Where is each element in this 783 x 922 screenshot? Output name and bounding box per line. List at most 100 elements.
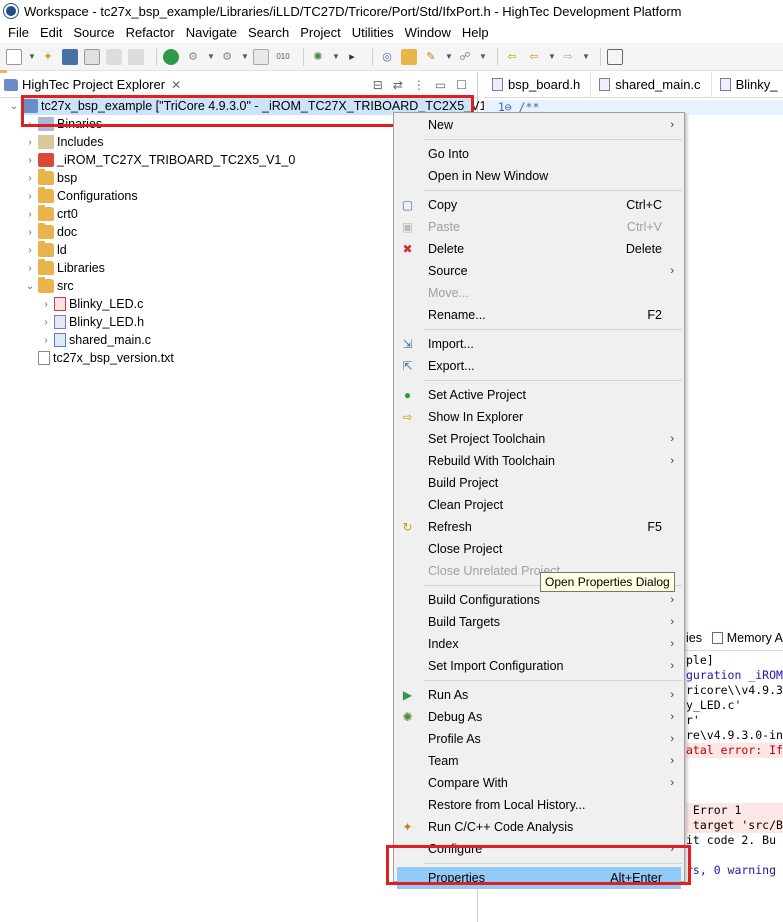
chevron-down-icon[interactable]: ▼ — [445, 49, 453, 65]
tree-item[interactable]: tc27x_bsp_version.txt — [24, 349, 174, 367]
chevron-right-icon[interactable]: › — [24, 209, 36, 220]
menu-item-copy[interactable]: ▢ Copy Ctrl+C — [394, 194, 684, 216]
source-icon[interactable] — [84, 48, 100, 65]
chevron-down-icon[interactable]: ▼ — [207, 49, 215, 65]
chevron-right-icon[interactable]: › — [24, 245, 36, 256]
menu-source[interactable]: Source — [69, 25, 121, 40]
menu-item-new[interactable]: New › — [394, 114, 684, 136]
chevron-down-icon[interactable]: ▼ — [332, 49, 340, 65]
chevron-right-icon[interactable]: › — [24, 191, 36, 202]
wand-icon[interactable]: ✦ — [40, 49, 56, 65]
menu-item-team[interactable]: Team › — [394, 750, 684, 772]
forward-icon[interactable]: ⇨ — [560, 49, 576, 65]
terminal-icon[interactable] — [253, 48, 269, 65]
menu-item-delete[interactable]: ✖ Delete Delete — [394, 238, 684, 260]
console-tab-memory[interactable]: Memory A — [727, 631, 783, 645]
menu-item-import[interactable]: ⇲ Import... — [394, 333, 684, 355]
tree-item[interactable]: › Libraries — [24, 259, 105, 277]
menu-item-open-in-new-window[interactable]: Open in New Window — [394, 165, 684, 187]
tree-item[interactable]: › Blinky_LED.h — [40, 313, 144, 331]
menu-item-compare-with[interactable]: Compare With › — [394, 772, 684, 794]
menu-item-run-as[interactable]: ▶ Run As › — [394, 684, 684, 706]
menu-item-set-import-configuration[interactable]: Set Import Configuration › — [394, 655, 684, 677]
mark-icon[interactable]: ☍ — [457, 49, 473, 65]
open-folder-icon[interactable] — [401, 48, 417, 65]
save-icon[interactable] — [62, 48, 78, 65]
menu-window[interactable]: Window — [401, 25, 458, 40]
minimize-icon[interactable]: ▭ — [435, 78, 446, 92]
close-icon[interactable]: ✕ — [171, 78, 181, 92]
menu-file[interactable]: File — [4, 25, 36, 40]
menu-item-set-project-toolchain[interactable]: Set Project Toolchain › — [394, 428, 684, 450]
menu-item-rename[interactable]: Rename... F2 — [394, 304, 684, 326]
menu-help[interactable]: Help — [458, 25, 496, 40]
menu-item-rebuild-with-toolchain[interactable]: Rebuild With Toolchain › — [394, 450, 684, 472]
tree-item[interactable]: › ld — [24, 241, 67, 259]
chevron-right-icon[interactable]: › — [24, 263, 36, 274]
tree-item[interactable]: ⌄ src — [24, 277, 74, 295]
collapse-all-icon[interactable]: ⊟ — [373, 78, 383, 92]
menu-item-set-active-project[interactable]: ● Set Active Project — [394, 384, 684, 406]
menu-item-build-configurations[interactable]: Build Configurations › — [394, 589, 684, 611]
chevron-down-icon[interactable]: ▼ — [548, 49, 556, 65]
maximize-icon[interactable]: ☐ — [456, 78, 467, 92]
tree-item[interactable]: › crt0 — [24, 205, 78, 223]
run-icon[interactable] — [163, 48, 179, 65]
menu-item-go-into[interactable]: Go Into — [394, 143, 684, 165]
chevron-right-icon[interactable]: › — [24, 155, 36, 166]
tree-item[interactable]: › shared_main.c — [40, 331, 151, 349]
menu-item-run-c-c-code-analysis[interactable]: ✦ Run C/C++ Code Analysis — [394, 816, 684, 838]
debug-icon[interactable]: ✺ — [310, 49, 326, 65]
prev-annotation-icon[interactable]: ⇦ — [504, 49, 520, 65]
menu-item-refresh[interactable]: ↻ Refresh F5 — [394, 516, 684, 538]
console-tab-properties[interactable]: ies — [686, 631, 702, 645]
menu-item-index[interactable]: Index › — [394, 633, 684, 655]
menu-item-restore-from-local-history[interactable]: Restore from Local History... — [394, 794, 684, 816]
chevron-right-icon[interactable]: › — [24, 173, 36, 184]
chevron-down-icon[interactable]: ▼ — [28, 49, 36, 65]
editor-tab[interactable]: bsp_board.h — [484, 71, 592, 98]
chevron-right-icon[interactable]: › — [40, 299, 52, 310]
menu-item-source[interactable]: Source › — [394, 260, 684, 282]
tree-item[interactable]: › _iROM_TC27X_TRIBOARD_TC2X5_V1_0 — [24, 151, 295, 169]
navigate-icon[interactable]: ◎ — [379, 49, 395, 65]
menu-search[interactable]: Search — [244, 25, 296, 40]
menu-utilities[interactable]: Utilities — [348, 25, 401, 40]
menu-item-export[interactable]: ⇱ Export... — [394, 355, 684, 377]
link-editor-icon[interactable]: ⇄ — [393, 78, 403, 92]
chevron-down-icon[interactable]: ⌄ — [24, 281, 36, 292]
tree-item[interactable]: › Includes — [24, 133, 104, 151]
menu-project[interactable]: Project — [296, 25, 347, 40]
pencil-icon[interactable]: ✎ — [423, 49, 439, 65]
tree-item[interactable]: › Blinky_LED.c — [40, 295, 143, 313]
chevron-down-icon[interactable]: ⌄ — [8, 101, 20, 112]
settings-icon[interactable]: ⚙ — [219, 49, 235, 65]
chevron-down-icon[interactable]: ▼ — [582, 49, 590, 65]
bookmark-icon[interactable]: ▸ — [344, 49, 360, 65]
chevron-right-icon[interactable]: › — [24, 137, 36, 148]
binary-icon[interactable]: 010 — [275, 49, 291, 65]
menu-item-build-targets[interactable]: Build Targets › — [394, 611, 684, 633]
chevron-right-icon[interactable]: › — [40, 335, 52, 346]
menu-item-clean-project[interactable]: Clean Project — [394, 494, 684, 516]
menu-edit[interactable]: Edit — [36, 25, 69, 40]
tree-item[interactable]: › bsp — [24, 169, 77, 187]
chevron-right-icon[interactable]: › — [24, 227, 36, 238]
tree-item[interactable]: › doc — [24, 223, 77, 241]
menu-item-debug-as[interactable]: ✺ Debug As › — [394, 706, 684, 728]
tree-item[interactable]: › Configurations — [24, 187, 138, 205]
pin-editor-icon[interactable] — [607, 48, 623, 65]
view-menu-icon[interactable]: ⋮ — [413, 78, 425, 92]
build-icon[interactable]: ⚙ — [185, 49, 201, 65]
menu-refactor[interactable]: Refactor — [122, 25, 182, 40]
save-disabled-icon[interactable] — [106, 48, 122, 65]
save-all-icon[interactable] — [128, 48, 144, 65]
chevron-down-icon[interactable]: ▼ — [241, 49, 249, 65]
menu-item-build-project[interactable]: Build Project — [394, 472, 684, 494]
editor-tab[interactable]: Blinky_ — [712, 72, 783, 98]
chevron-down-icon[interactable]: ▼ — [479, 49, 487, 65]
menu-item-profile-as[interactable]: Profile As › — [394, 728, 684, 750]
editor-tab[interactable]: shared_main.c — [591, 71, 712, 98]
menu-navigate[interactable]: Navigate — [182, 25, 244, 40]
back-icon[interactable]: ⇦ — [526, 49, 542, 65]
